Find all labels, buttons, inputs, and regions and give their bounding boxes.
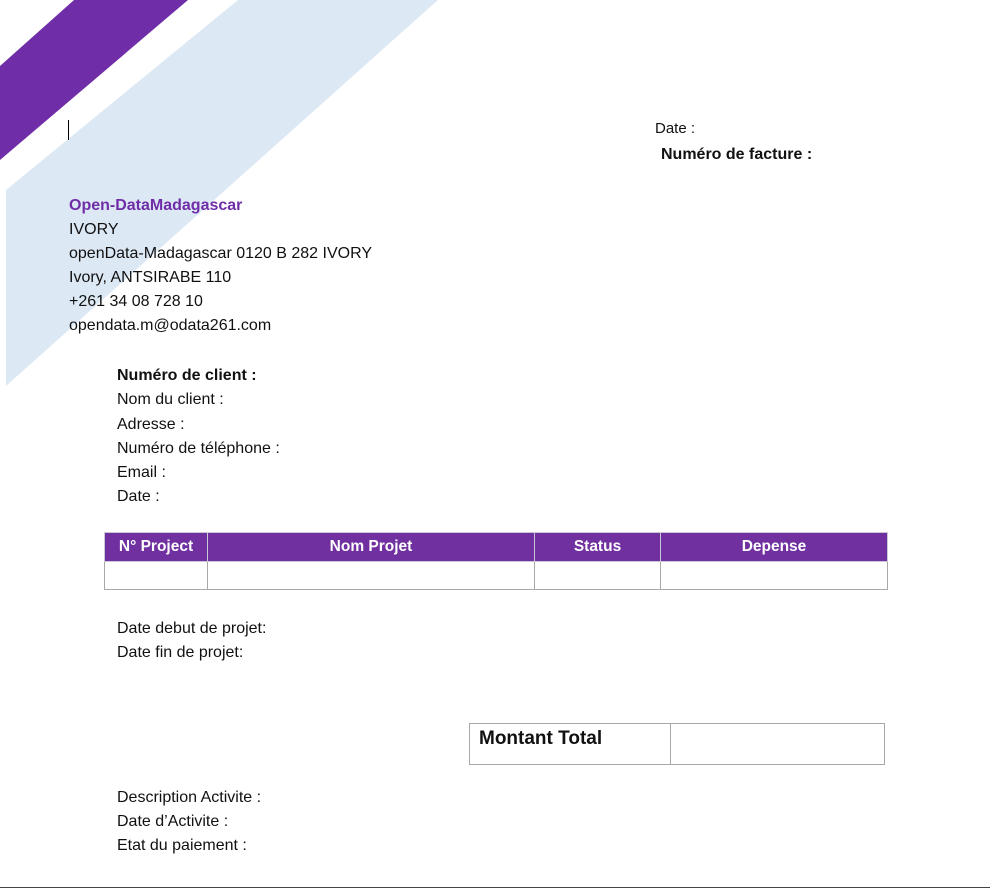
company-city-line: IVORY <box>69 221 119 238</box>
text-cursor <box>68 120 69 140</box>
projects-table-header-row: N° Project Nom Projet Status Depense <box>104 532 888 562</box>
company-address: Ivory, ANTSIRABE 110 <box>69 269 232 286</box>
client-number-label: Numéro de client : <box>117 367 257 384</box>
table-cell-project-number[interactable] <box>104 561 208 590</box>
column-header-expense: Depense <box>660 532 888 562</box>
client-name-label: Nom du client : <box>117 391 224 409</box>
client-email-label: Email : <box>117 464 166 482</box>
company-registration: openData-Madagascar 0120 B 282 IVORY <box>69 245 373 262</box>
table-cell-expense[interactable] <box>660 561 888 590</box>
column-header-project-number: N° Project <box>104 532 208 562</box>
activity-date-label: Date d’Activite : <box>117 813 229 830</box>
page-bottom-rule <box>0 887 990 888</box>
company-email: opendata.m@odata261.com <box>69 317 272 334</box>
payment-status-label: Etat du paiement : <box>117 837 247 854</box>
client-date-label: Date : <box>117 488 160 506</box>
table-cell-project-name[interactable] <box>207 561 535 590</box>
column-header-status: Status <box>534 532 661 562</box>
activity-info: Description Activite : Date d’Activite :… <box>117 786 261 858</box>
projects-table: N° Project Nom Projet Status Depense <box>104 532 888 590</box>
client-address-label: Adresse : <box>117 415 185 433</box>
total-amount-value[interactable] <box>670 723 885 765</box>
company-phone: +261 34 08 728 10 <box>69 293 203 310</box>
date-label: Date : <box>655 120 696 137</box>
invoice-number-label: Numéro de facture : <box>661 146 813 163</box>
table-row <box>104 561 888 590</box>
project-start-date-label: Date debut de projet: <box>117 620 267 637</box>
total-amount-label: Montant Total <box>469 723 671 765</box>
column-header-project-name: Nom Projet <box>207 532 535 562</box>
client-phone-label: Numéro de téléphone : <box>117 439 280 457</box>
total-row: Montant Total <box>469 723 885 765</box>
total-table: Montant Total <box>469 723 885 765</box>
project-dates: Date debut de projet: Date fin de projet… <box>117 617 266 665</box>
company-name: Open-DataMadagascar <box>69 197 243 214</box>
project-end-date-label: Date fin de projet: <box>117 644 244 661</box>
table-cell-status[interactable] <box>534 561 661 590</box>
company-info: Open-DataMadagascar IVORY openData-Madag… <box>69 194 372 338</box>
client-info: Numéro de client : Nom du client : Adres… <box>117 364 280 510</box>
activity-description-label: Description Activite : <box>117 789 262 806</box>
